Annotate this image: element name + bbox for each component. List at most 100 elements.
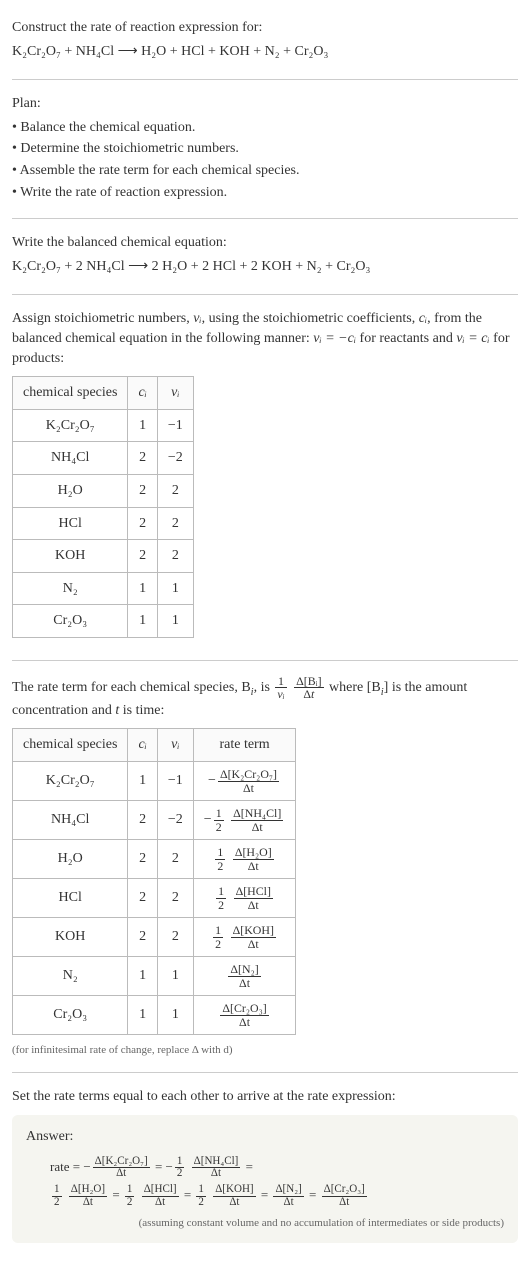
plan-item: • Determine the stoichiometric numbers.: [12, 139, 518, 159]
prefix: 12: [216, 885, 226, 911]
setequal-section: Set the rate terms equal to each other t…: [12, 1079, 518, 1251]
cell-species: KOH: [13, 540, 128, 573]
num: Δ[K₂Cr₂O₇]: [218, 768, 279, 782]
table-row: H₂O 2 2 12 Δ[H₂O]Δt: [13, 840, 296, 879]
num: Δ[NH₄Cl]: [231, 807, 283, 821]
answer-box: Answer: rate = −Δ[K₂Cr₂O₇]Δt = −12 Δ[NH₄…: [12, 1115, 518, 1243]
plan-section: Plan: • Balance the chemical equation. •…: [12, 86, 518, 212]
setequal-text: Set the rate terms equal to each other t…: [12, 1087, 518, 1107]
num: Δ[HCl]: [234, 885, 273, 899]
cell-c: 2: [128, 507, 157, 540]
table-row: H₂O22: [13, 474, 194, 507]
plan-title: Plan:: [12, 94, 518, 114]
cell-nu: −1: [157, 409, 193, 442]
rateterm-section: The rate term for each chemical species,…: [12, 667, 518, 1067]
cell-nu: −2: [157, 442, 193, 475]
cell-c: 2: [128, 918, 157, 957]
cell-nu: 1: [157, 996, 193, 1035]
cell-nu: 2: [157, 879, 193, 918]
num: Δ[N₂]: [228, 963, 260, 977]
cell-species: HCl: [13, 879, 128, 918]
th-rate: rate term: [193, 729, 295, 762]
divider: [12, 1072, 518, 1073]
plan-item: • Write the rate of reaction expression.: [12, 183, 518, 203]
table-row: Cr₂O₃11: [13, 605, 194, 638]
eq-products: νᵢ = cᵢ: [456, 331, 489, 346]
balanced-title: Write the balanced chemical equation:: [12, 233, 518, 253]
num: Δ[Bᵢ]: [294, 675, 323, 689]
eq: =: [246, 1159, 253, 1174]
cell-species: H₂O: [13, 840, 128, 879]
th-nu: νᵢ: [157, 377, 193, 410]
cell-nu: 2: [157, 474, 193, 507]
text: The rate term for each chemical species,…: [12, 680, 251, 695]
den: Δt: [218, 782, 279, 795]
text: Assign stoichiometric numbers,: [12, 311, 193, 326]
cell-rate: Δ[N₂]Δt: [193, 957, 295, 996]
cell-nu: 1: [157, 605, 193, 638]
table-row: N₂ 1 1 Δ[N₂]Δt: [13, 957, 296, 996]
th-species: chemical species: [13, 377, 128, 410]
den: Δt: [231, 938, 276, 951]
th-species: chemical species: [13, 729, 128, 762]
cell-species: NH₄Cl: [13, 442, 128, 475]
table-row: Cr₂O₃ 1 1 Δ[Cr₂O₃]Δt: [13, 996, 296, 1035]
rateterm-note: (for infinitesimal rate of change, repla…: [12, 1043, 518, 1058]
table-row: HCl 2 2 12 Δ[HCl]Δt: [13, 879, 296, 918]
ci-symbol: cᵢ: [419, 311, 427, 326]
cell-c: 1: [128, 409, 157, 442]
table-row: NH₄Cl 2 −2 −12 Δ[NH₄Cl]Δt: [13, 801, 296, 840]
prefix: −12: [204, 812, 226, 827]
text: , is: [254, 680, 274, 695]
answer-note: (assuming constant volume and no accumul…: [26, 1216, 504, 1231]
balanced-section: Write the balanced chemical equation: K₂…: [12, 225, 518, 288]
term: Δ[N₂]Δt: [271, 1187, 305, 1202]
table-row: K₂Cr₂O₇ 1 −1 −Δ[K₂Cr₂O₇]Δt: [13, 762, 296, 801]
cell-nu: −2: [157, 801, 193, 840]
term: 12 Δ[HCl]Δt: [123, 1187, 181, 1202]
th-ci: cᵢ: [128, 377, 157, 410]
cell-c: 1: [128, 996, 157, 1035]
text: is time:: [119, 703, 164, 718]
answer-label: Answer:: [26, 1127, 504, 1147]
cell-species: Cr₂O₃: [13, 605, 128, 638]
question-prompt: Construct the rate of reaction expressio…: [12, 18, 518, 38]
cell-nu: 1: [157, 572, 193, 605]
cell-nu: 2: [157, 507, 193, 540]
cell-c: 2: [128, 540, 157, 573]
cell-c: 1: [128, 762, 157, 801]
frac: Δ[KOH]Δt: [231, 924, 276, 950]
cell-nu: 2: [157, 840, 193, 879]
eq: =: [309, 1187, 320, 1202]
cell-species: N₂: [13, 572, 128, 605]
num: 1: [275, 675, 286, 689]
term: Δ[Cr₂O₃]Δt: [320, 1187, 369, 1202]
frac: Δ[N₂]Δt: [228, 963, 260, 989]
cell-c: 1: [128, 605, 157, 638]
table-row: N₂11: [13, 572, 194, 605]
balanced-equation: K₂Cr₂O₇ + 2 NH₄Cl ⟶ 2 H₂O + 2 HCl + 2 KO…: [12, 257, 518, 277]
den: Δt: [294, 688, 323, 701]
eq: =: [155, 1159, 166, 1174]
question-section: Construct the rate of reaction expressio…: [12, 10, 518, 73]
answer-rate: rate = −Δ[K₂Cr₂O₇]Δt = −12 Δ[NH₄Cl]Δt = …: [50, 1153, 504, 1210]
rateterm-table: chemical species cᵢ νᵢ rate term K₂Cr₂O₇…: [12, 728, 296, 1035]
table-row: K₂Cr₂O₇1−1: [13, 409, 194, 442]
term: 12 Δ[H₂O]Δt: [50, 1187, 109, 1202]
cell-species: NH₄Cl: [13, 801, 128, 840]
cell-nu: 2: [157, 540, 193, 573]
den: Δt: [234, 899, 273, 912]
unbalanced-equation: K₂Cr₂O₇ + NH₄Cl ⟶ H₂O + HCl + KOH + N₂ +…: [12, 42, 518, 62]
plan-item: • Balance the chemical equation.: [12, 118, 518, 138]
table-header-row: chemical species cᵢ νᵢ rate term: [13, 729, 296, 762]
cell-rate: 12 Δ[HCl]Δt: [193, 879, 295, 918]
den: Δt: [228, 977, 260, 990]
num: Δ[Cr₂O₃]: [220, 1002, 268, 1016]
eq-reactants: νᵢ = −cᵢ: [313, 331, 356, 346]
prefix: 12: [213, 924, 223, 950]
cell-c: 2: [128, 879, 157, 918]
text: , using the stoichiometric coefficients,: [202, 311, 419, 326]
den: Δt: [220, 1016, 268, 1029]
cell-rate: 12 Δ[H₂O]Δt: [193, 840, 295, 879]
frac: Δ[HCl]Δt: [234, 885, 273, 911]
